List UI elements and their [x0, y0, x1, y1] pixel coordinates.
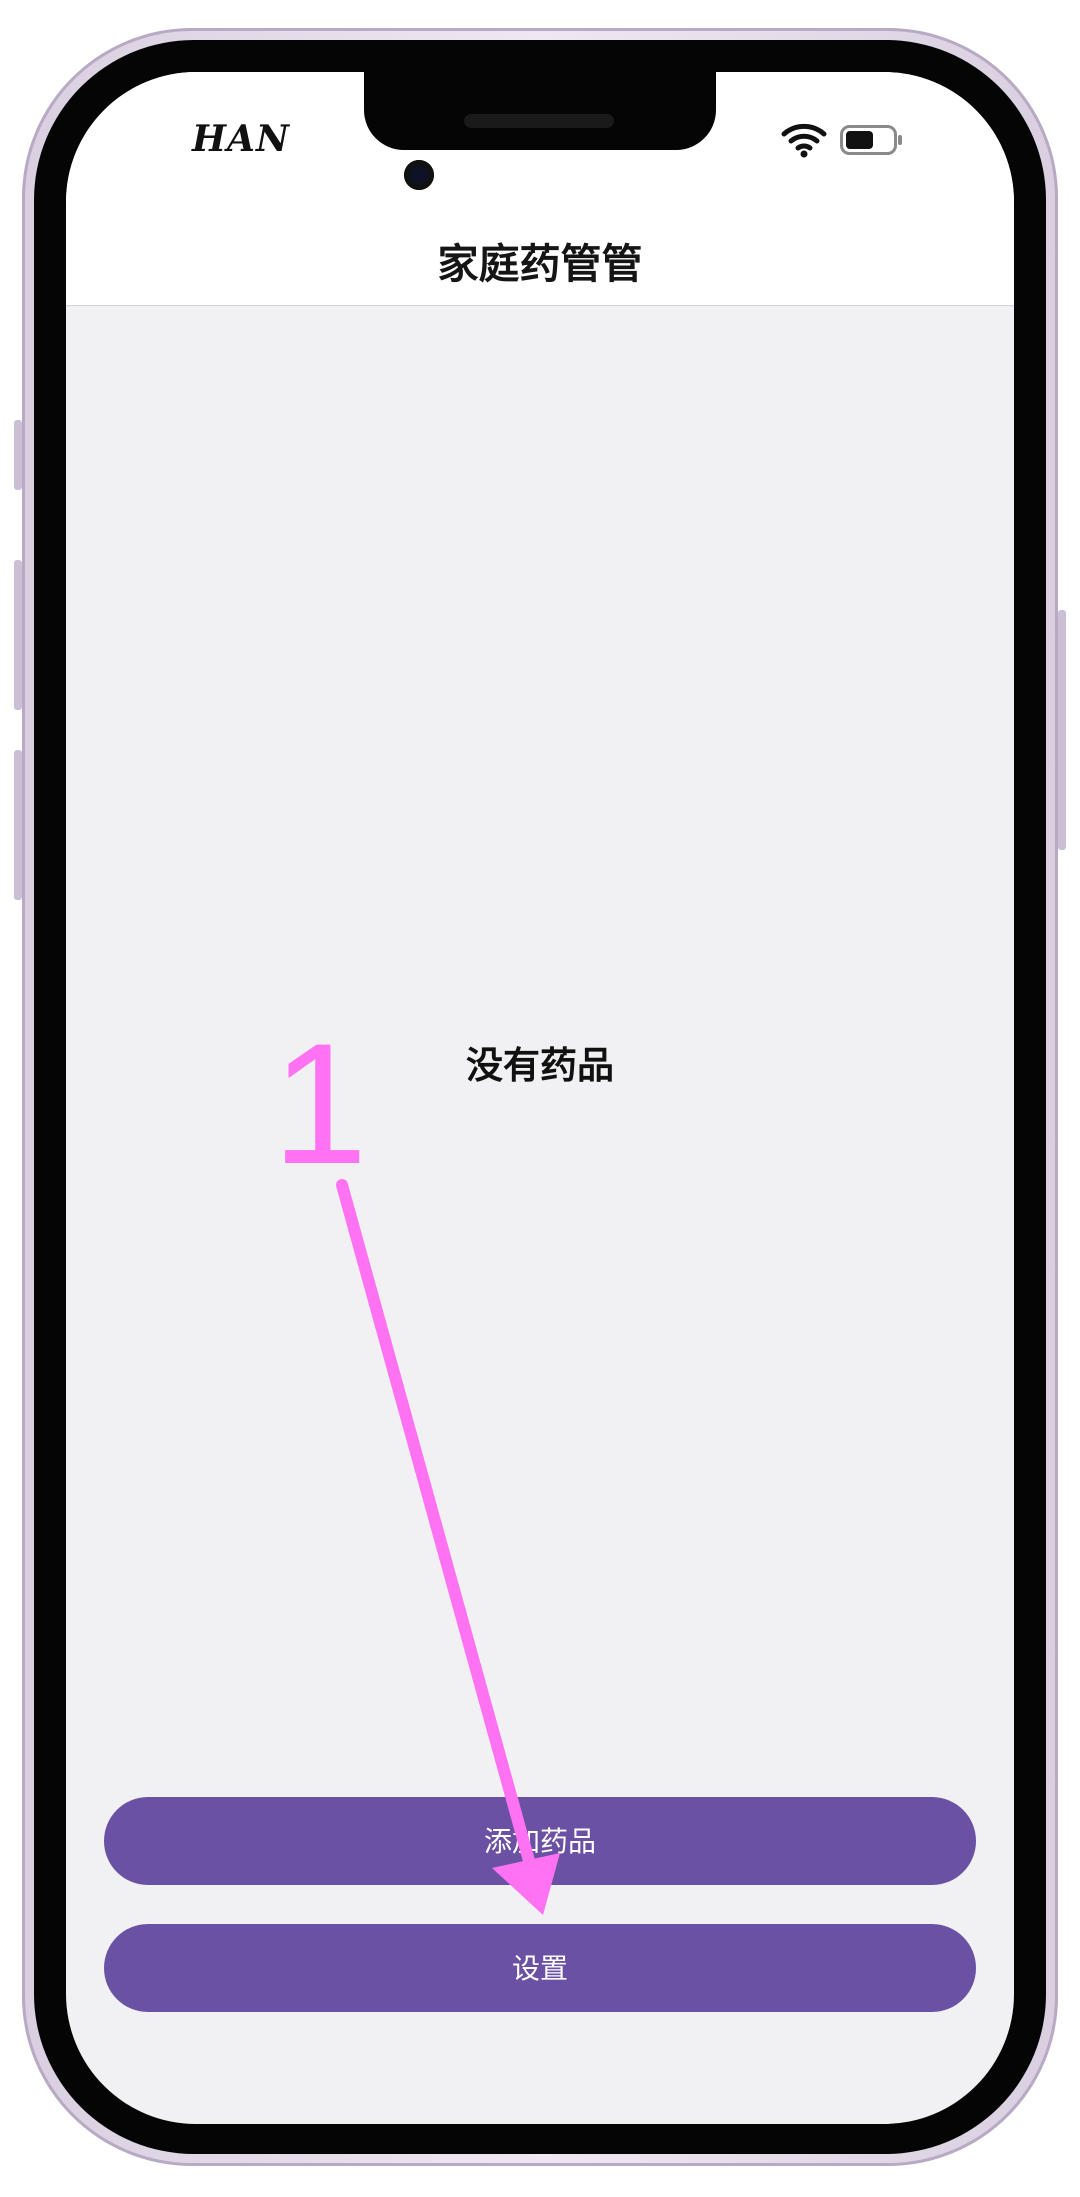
add-medicine-button[interactable]: 添加药品 — [104, 1797, 976, 1885]
app-title: 家庭药管管 — [437, 240, 643, 288]
notch — [364, 72, 716, 150]
tutorial-screenshot: HAN 家庭药管管 没有药品 添加药品 设置 1 — [0, 0, 1080, 2197]
step-number-annotation: 1 — [272, 1008, 368, 1200]
power-button — [1058, 610, 1066, 850]
settings-button[interactable]: 设置 — [104, 1924, 976, 2012]
carrier-label: HAN — [192, 118, 290, 160]
battery-icon — [840, 125, 902, 155]
phone-screen: HAN 家庭药管管 没有药品 添加药品 设置 — [66, 72, 1014, 2124]
volume-down-button — [14, 750, 22, 900]
wifi-icon — [781, 123, 827, 158]
mute-switch — [14, 420, 22, 490]
empty-state-message: 没有药品 — [466, 1044, 614, 1087]
speaker-grille — [464, 114, 614, 128]
front-camera — [404, 160, 434, 190]
volume-up-button — [14, 560, 22, 710]
